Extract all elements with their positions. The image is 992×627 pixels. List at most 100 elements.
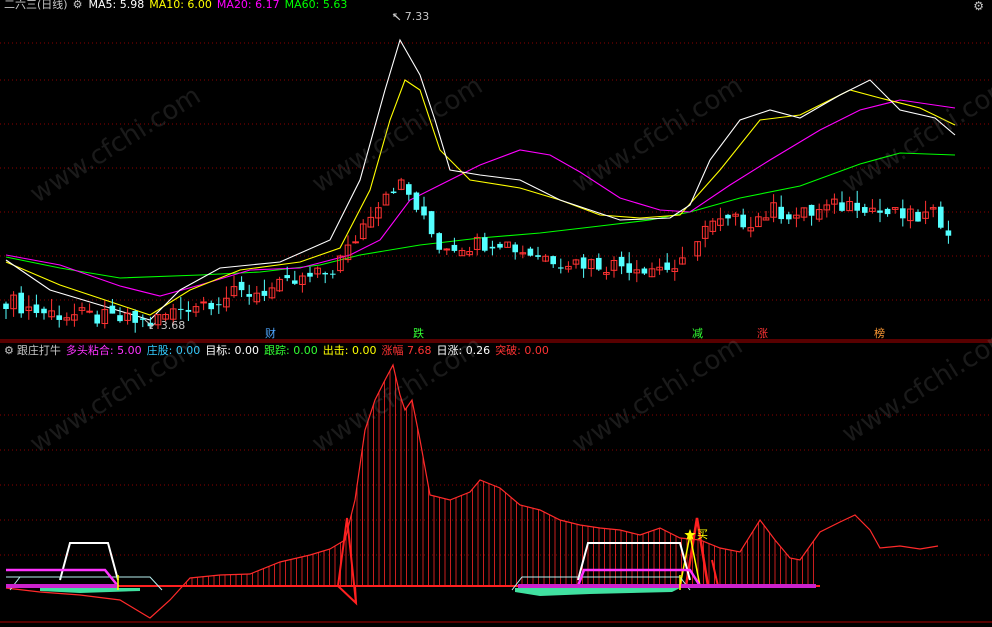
grid-lines [0, 42, 992, 623]
candle-body [33, 304, 40, 314]
indicator-item: 多头粘合: 5.00 [65, 344, 142, 357]
chart-window: 二六三(日线) ⚙ MA5: 5.98 MA10: 6.00 MA20: 6.17 MA6… [0, 0, 992, 623]
candle-body [86, 310, 93, 313]
candle-body [406, 184, 412, 195]
candle-body [725, 214, 731, 219]
indicator-item: 出击: 0.00 [322, 344, 377, 357]
candle-body [862, 207, 868, 213]
bull-merge-bar [518, 584, 816, 588]
bull-merge-bar [6, 584, 118, 588]
indicator-header: ⚙ 跟庄打牛 多头粘合: 5.00 庄股: 0.00 目标: 0.00 跟踪: 0.00 出… [4, 344, 559, 358]
candle-body [740, 214, 746, 228]
low-price-label: ↙ 3.68 [148, 319, 186, 332]
candle-body [786, 214, 792, 220]
ma10-line [5, 79, 956, 316]
settings-corner-icon[interactable]: ⚙ [973, 0, 984, 13]
candle-body [489, 246, 496, 249]
candle-body [945, 230, 952, 236]
candle-body [497, 243, 503, 248]
candle-body [808, 204, 815, 216]
candle-body [216, 304, 222, 306]
ma60-legend: MA60: 5.63 [284, 0, 348, 11]
candle-body [596, 257, 602, 270]
candle-body [200, 301, 207, 304]
candle-body [618, 256, 625, 267]
candle-body [56, 315, 62, 320]
candle-body [261, 290, 268, 296]
candle-body [512, 244, 518, 253]
event-marker-reduce[interactable]: 减 [692, 327, 703, 340]
candle-body [18, 292, 24, 314]
candle-body [443, 248, 451, 251]
candle-body [877, 210, 883, 213]
ma20-line [5, 99, 956, 297]
candlesticks [3, 13, 952, 333]
event-marker-fall[interactable]: 跌 [413, 327, 424, 340]
candle-body [527, 248, 534, 256]
candle-body [413, 192, 420, 210]
chart-canvas [0, 13, 992, 623]
candle-body [94, 314, 100, 324]
candle-body [915, 211, 921, 222]
candle-body [558, 267, 564, 269]
event-marker-finance[interactable]: 财 [265, 327, 276, 340]
candle-body [854, 202, 860, 211]
spike [354, 585, 357, 604]
candle-body [246, 294, 252, 297]
ma20-legend: MA20: 6.17 [216, 0, 280, 11]
event-marker-rise[interactable]: 涨 [757, 327, 768, 340]
target-shape [577, 542, 691, 581]
candle-body [482, 237, 488, 251]
candle-body [117, 315, 123, 322]
candle-body [900, 208, 906, 219]
track-bar [40, 588, 140, 593]
candle-body [839, 202, 845, 211]
candle-body [109, 305, 116, 314]
candle-body [140, 318, 146, 320]
candle-body [292, 280, 298, 284]
ma5-line [5, 38, 956, 321]
candle-body [208, 302, 214, 310]
candle-body [352, 241, 359, 244]
candle-body [938, 206, 944, 228]
candle-body [778, 206, 784, 220]
indicator-name[interactable]: 跟庄打牛 [17, 344, 61, 357]
ma5-legend: MA5: 5.98 [88, 0, 145, 11]
candle-body [132, 311, 138, 323]
event-marker-rank[interactable]: 榜 [874, 327, 885, 340]
candle-body [307, 272, 313, 277]
candle-body [238, 281, 245, 291]
indicator-panel [5, 363, 939, 619]
indicator-item: 突破: 0.00 [495, 344, 549, 357]
candle-body [428, 211, 435, 235]
high-price-label: ↖ 7.33 [392, 10, 430, 23]
candle-body [550, 256, 556, 265]
candle-body [284, 275, 290, 279]
candle-body [185, 309, 192, 312]
buy-signal-label: 买 [697, 528, 708, 541]
indicator-item: 庄股: 0.00 [146, 344, 201, 357]
indicator-settings-icon[interactable]: ⚙ [4, 344, 14, 357]
price-header: 二六三(日线) ⚙ MA5: 5.98 MA10: 6.00 MA20: 6.17 MA6… [4, 0, 352, 12]
indicator-item: 日涨: 0.26 [436, 344, 491, 357]
settings-icon[interactable]: ⚙ [73, 0, 83, 11]
candle-body [535, 255, 541, 257]
candle-body [641, 268, 648, 274]
indicator-item: 目标: 0.00 [205, 344, 260, 357]
track-bar [515, 588, 680, 596]
indicator-item: 跟踪: 0.00 [264, 344, 318, 357]
candle-body [421, 206, 427, 216]
stock-title[interactable]: 二六三(日线) [4, 0, 68, 11]
ma10-legend: MA10: 6.00 [149, 0, 212, 11]
candle-body [41, 308, 47, 314]
candle-body [390, 191, 397, 194]
candle-body [322, 272, 328, 275]
candle-body [178, 308, 184, 310]
candle-body [3, 303, 9, 309]
candle-body [330, 273, 336, 275]
candle-body [580, 257, 587, 269]
indicator-item: 涨幅 7.68 [381, 344, 432, 357]
moving-average-lines [5, 38, 956, 321]
candle-body [664, 262, 670, 270]
candle-body [884, 208, 891, 215]
